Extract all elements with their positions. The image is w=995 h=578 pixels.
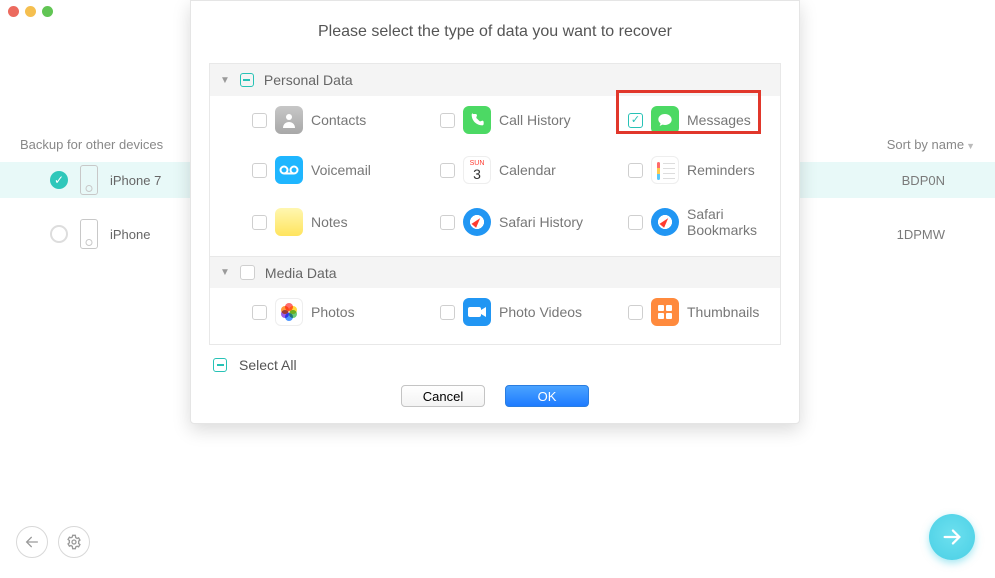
item-label: Messages — [687, 112, 751, 128]
photos-icon — [275, 298, 303, 326]
phone-icon — [80, 165, 98, 195]
select-all-label: Select All — [239, 357, 297, 373]
next-button[interactable] — [929, 514, 975, 560]
item-label: Contacts — [311, 112, 366, 128]
phone-icon — [463, 106, 491, 134]
reminders-icon — [651, 156, 679, 184]
item-label: Reminders — [687, 162, 755, 178]
data-type-panel: ▼ Personal Data Contacts Cal — [209, 63, 781, 345]
section-header-personal[interactable]: ▼ Personal Data — [210, 64, 780, 96]
device-name: iPhone — [110, 227, 150, 242]
item-label: Calendar — [499, 162, 556, 178]
checkbox[interactable] — [440, 113, 455, 128]
modal-buttons: Cancel OK — [191, 377, 799, 423]
item-safari-bookmarks[interactable]: Safari Bookmarks — [592, 206, 780, 238]
select-all-checkbox[interactable] — [213, 358, 227, 372]
checkbox[interactable] — [628, 305, 643, 320]
minimize-icon[interactable] — [25, 6, 36, 17]
section-label: Media Data — [265, 265, 337, 281]
settings-button[interactable] — [58, 526, 90, 558]
cancel-button[interactable]: Cancel — [401, 385, 485, 407]
item-thumbnails[interactable]: Thumbnails — [592, 298, 780, 326]
item-voicemail[interactable]: Voicemail — [216, 156, 404, 184]
media-data-items: Photos Photo Videos Thumbnails — [210, 288, 780, 344]
checkbox[interactable] — [252, 163, 267, 178]
recover-type-modal: Please select the type of data you want … — [190, 0, 800, 424]
checkbox[interactable] — [252, 215, 267, 230]
chevron-down-icon: ▼ — [220, 75, 230, 86]
photo-videos-icon — [463, 298, 491, 326]
item-reminders[interactable]: Reminders — [592, 156, 780, 184]
close-icon[interactable] — [8, 6, 19, 17]
item-contacts[interactable]: Contacts — [216, 106, 404, 134]
zoom-icon[interactable] — [42, 6, 53, 17]
backup-label: Backup for other devices — [20, 137, 163, 152]
item-label: Call History — [499, 112, 571, 128]
item-label: Photo Videos — [499, 304, 582, 320]
chevron-down-icon: ▼ — [966, 141, 975, 151]
check-icon: ✓ — [50, 171, 68, 189]
item-label: Thumbnails — [687, 304, 759, 320]
device-name: iPhone 7 — [110, 173, 161, 188]
checkbox[interactable] — [440, 305, 455, 320]
modal-title: Please select the type of data you want … — [191, 1, 799, 63]
checkbox[interactable] — [628, 113, 643, 128]
device-serial: BDP0N — [902, 173, 945, 188]
section-checkbox[interactable] — [240, 265, 255, 280]
item-label: Safari Bookmarks — [687, 206, 780, 238]
item-safari-history[interactable]: Safari History — [404, 206, 592, 238]
checkbox[interactable] — [628, 163, 643, 178]
item-photo-videos[interactable]: Photo Videos — [404, 298, 592, 326]
safari-icon — [463, 208, 491, 236]
back-button[interactable] — [16, 526, 48, 558]
sort-control[interactable]: Sort by name▼ — [887, 137, 975, 152]
item-label: Safari History — [499, 214, 583, 230]
ok-button[interactable]: OK — [505, 385, 589, 407]
messages-icon — [651, 106, 679, 134]
checkbox[interactable] — [628, 215, 643, 230]
phone-icon — [80, 219, 98, 249]
select-all-row[interactable]: Select All — [209, 345, 781, 377]
checkbox[interactable] — [440, 215, 455, 230]
section-header-media[interactable]: ▼ Media Data — [210, 256, 780, 288]
item-label: Notes — [311, 214, 348, 230]
item-call-history[interactable]: Call History — [404, 106, 592, 134]
item-photos[interactable]: Photos — [216, 298, 404, 326]
voicemail-icon — [275, 156, 303, 184]
checkbox[interactable] — [440, 163, 455, 178]
item-messages[interactable]: Messages — [592, 106, 780, 134]
window-controls — [8, 6, 53, 17]
item-label: Photos — [311, 304, 355, 320]
item-label: Voicemail — [311, 162, 371, 178]
device-serial: 1DPMW — [897, 227, 945, 242]
bottom-left-nav — [16, 526, 90, 558]
section-label: Personal Data — [264, 72, 353, 88]
notes-icon — [275, 208, 303, 236]
thumbnails-icon — [651, 298, 679, 326]
item-calendar[interactable]: SUN 3 Calendar — [404, 156, 592, 184]
personal-data-items: Contacts Call History Messages — [210, 96, 780, 256]
safari-icon — [651, 208, 679, 236]
chevron-down-icon: ▼ — [220, 267, 230, 278]
checkbox[interactable] — [252, 113, 267, 128]
item-notes[interactable]: Notes — [216, 206, 404, 238]
section-checkbox[interactable] — [240, 73, 254, 87]
contacts-icon — [275, 106, 303, 134]
checkbox[interactable] — [252, 305, 267, 320]
radio-empty-icon — [50, 225, 68, 243]
calendar-icon: SUN 3 — [463, 156, 491, 184]
